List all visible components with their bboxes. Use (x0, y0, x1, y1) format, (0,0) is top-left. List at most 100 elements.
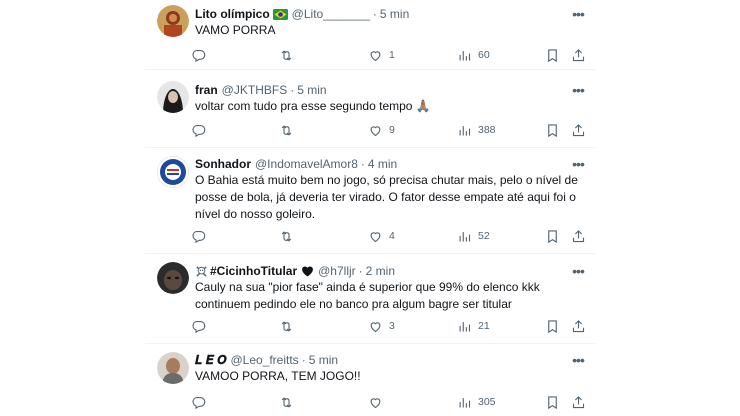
retweet-icon (281, 320, 292, 332)
retweet-button[interactable] (279, 227, 300, 245)
more-icon[interactable]: ••• (569, 155, 587, 173)
post-actions: 9 388 (191, 121, 587, 139)
post-actions: 305 (191, 393, 587, 411)
bookmark-button[interactable] (545, 317, 560, 335)
reply-button[interactable] (191, 46, 212, 64)
views-button[interactable]: 305 (457, 393, 496, 411)
reply-button[interactable] (191, 317, 212, 335)
author-handle[interactable]: @Lito_______ (292, 5, 370, 23)
timestamp[interactable]: 4 min (368, 155, 397, 173)
separator-dot: · (358, 264, 363, 278)
bookmark-icon (548, 395, 557, 409)
bookmark-button[interactable] (545, 46, 560, 64)
reply-button[interactable] (191, 121, 212, 139)
views-count: 305 (478, 396, 496, 408)
views-button[interactable]: 388 (457, 121, 496, 139)
like-button[interactable]: 4 (368, 227, 395, 245)
post-text: VAMO PORRA (195, 23, 276, 37)
post[interactable]: Lito olímpico @Lito_______ · 5 min ••• V… (145, 0, 595, 70)
reply-button[interactable] (191, 393, 212, 411)
avatar[interactable] (157, 156, 189, 188)
like-button[interactable] (368, 393, 389, 411)
reply-icon (192, 320, 206, 333)
views-icon (459, 321, 471, 331)
post-text: O Bahia está muito bem no jogo, só preci… (195, 173, 578, 221)
more-icon[interactable]: ••• (569, 262, 587, 280)
views-button[interactable]: 21 (457, 317, 490, 335)
avatar[interactable] (157, 5, 189, 37)
retweet-icon (281, 230, 292, 242)
timeline-feed: Lito olímpico @Lito_______ · 5 min ••• V… (145, 0, 595, 416)
retweet-button[interactable] (279, 393, 300, 411)
retweet-button[interactable] (279, 46, 300, 64)
post[interactable]: 𝑳 𝑬 𝑶 @Leo_freitts · 5 min ••• VAMOO POR… (145, 344, 595, 416)
bookmark-button[interactable] (545, 393, 560, 411)
share-button[interactable] (571, 227, 586, 245)
like-count: 3 (389, 320, 395, 332)
bookmark-button[interactable] (545, 227, 560, 245)
share-icon (572, 229, 585, 242)
like-button[interactable]: 9 (368, 121, 395, 139)
author-name[interactable]: fran (195, 81, 218, 99)
share-button[interactable] (571, 393, 586, 411)
timestamp[interactable]: 5 min (309, 351, 338, 369)
like-button[interactable]: 1 (368, 46, 395, 64)
post[interactable]: fran @JKTHBFS · 5 min ••• voltar com tud… (145, 70, 595, 148)
avatar[interactable] (157, 262, 189, 294)
author-name[interactable]: #CicinhoTitular (210, 262, 297, 280)
post-text: voltar com tudo pra esse segundo tempo 🙏… (195, 99, 431, 113)
views-count: 21 (478, 320, 490, 332)
heart-icon (370, 321, 381, 332)
avatar[interactable] (157, 81, 189, 113)
reply-icon (192, 396, 206, 409)
bookmark-button[interactable] (545, 121, 560, 139)
separator-dot: · (360, 157, 365, 171)
black-heart-icon (302, 266, 314, 277)
like-count: 9 (389, 124, 395, 136)
share-button[interactable] (571, 121, 586, 139)
more-icon[interactable]: ••• (569, 5, 587, 23)
author-handle[interactable]: @IndomavelAmor8 (255, 155, 358, 173)
heart-icon (370, 125, 381, 136)
author-name[interactable]: Lito olímpico (195, 5, 270, 23)
retweet-button[interactable] (279, 121, 300, 139)
reply-icon (192, 49, 206, 62)
avatar[interactable] (157, 352, 189, 384)
share-button[interactable] (571, 46, 586, 64)
like-button[interactable]: 3 (368, 317, 395, 335)
timestamp[interactable]: 5 min (380, 5, 409, 23)
share-icon (572, 48, 585, 61)
reply-button[interactable] (191, 227, 212, 245)
author-handle[interactable]: @JKTHBFS (222, 81, 288, 99)
views-count: 388 (478, 124, 496, 136)
author-handle[interactable]: @Leo_freitts (230, 351, 298, 369)
views-count: 52 (478, 230, 490, 242)
brazil-flag-icon (272, 8, 288, 20)
retweet-icon (281, 49, 292, 61)
views-count: 60 (478, 49, 490, 61)
timestamp[interactable]: 5 min (297, 81, 326, 99)
retweet-icon (281, 396, 292, 408)
post-text: VAMOO PORRA, TEM JOGO!! (195, 369, 361, 383)
views-button[interactable]: 60 (457, 46, 490, 64)
heart-icon (370, 231, 381, 242)
views-button[interactable]: 52 (457, 227, 490, 245)
post-actions: 3 21 (191, 317, 587, 335)
more-icon[interactable]: ••• (569, 81, 587, 99)
bookmark-icon (548, 123, 557, 137)
retweet-icon (281, 124, 292, 136)
author-handle[interactable]: @h7lljr (318, 262, 356, 280)
share-button[interactable] (571, 317, 586, 335)
separator-dot: · (290, 83, 295, 97)
share-icon (572, 123, 585, 136)
like-count: 4 (389, 230, 395, 242)
views-icon (459, 125, 471, 135)
post[interactable]: Sonhador @IndomavelAmor8 · 4 min ••• O B… (145, 148, 595, 254)
more-icon[interactable]: ••• (569, 351, 587, 369)
timestamp[interactable]: 2 min (366, 262, 395, 280)
author-name[interactable]: Sonhador (195, 155, 251, 173)
retweet-button[interactable] (279, 317, 300, 335)
bookmark-icon (548, 229, 557, 243)
post[interactable]: #CicinhoTitular @h7lljr · 2 min ••• Caul… (145, 254, 595, 344)
author-name[interactable]: 𝑳 𝑬 𝑶 (195, 351, 226, 369)
